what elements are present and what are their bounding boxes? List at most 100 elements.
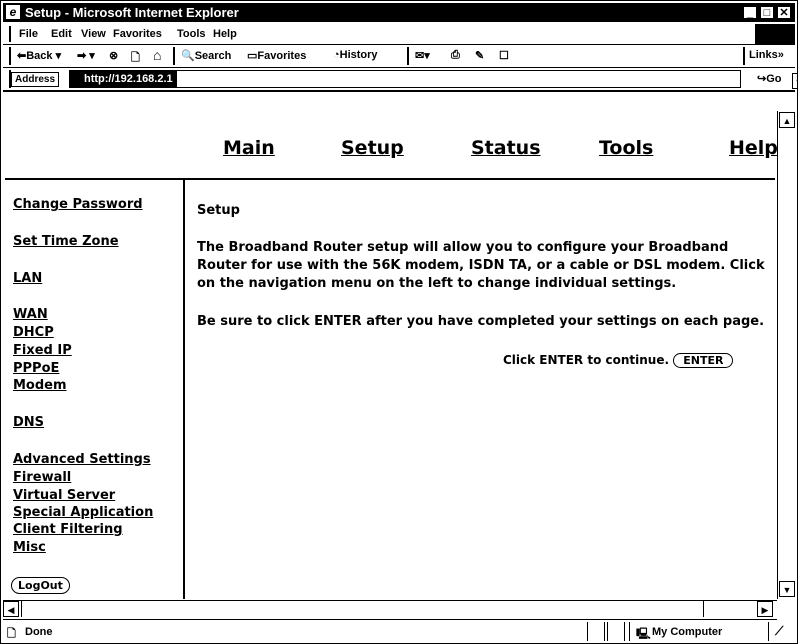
stop-button[interactable]: ⊗ xyxy=(109,49,118,62)
minimize-button[interactable]: _ xyxy=(743,6,757,19)
sidebar-set-time-zone-link[interactable]: Set Time Zone xyxy=(13,234,119,249)
header-divider xyxy=(5,178,775,180)
scroll-left-arrow-icon[interactable]: ◀ xyxy=(3,601,19,617)
refresh-button[interactable]: 🗋 xyxy=(131,49,140,68)
go-icon: ↪ xyxy=(757,73,767,85)
forward-button[interactable]: ➡ ▾ xyxy=(77,49,95,62)
menu-favorites[interactable]: Favorites xyxy=(113,28,162,40)
sidebar-dns-link[interactable]: DNS xyxy=(13,415,44,430)
sidebar-special-application-link[interactable]: Special Application xyxy=(13,505,153,520)
zone-panel: 🖳 My Computer xyxy=(629,622,769,641)
history-button[interactable]: ◔History xyxy=(333,49,378,61)
discuss-icon: ☐ xyxy=(499,50,509,62)
scroll-thumb[interactable] xyxy=(21,601,26,617)
sidebar-firewall-link[interactable]: Firewall xyxy=(13,470,71,485)
home-icon: ⌂ xyxy=(153,47,162,63)
address-url: http://192.168.2.1 xyxy=(70,71,177,87)
ie-logo-icon: e xyxy=(6,5,20,19)
menu-help[interactable]: Help xyxy=(213,28,237,40)
toolbar-grip xyxy=(9,47,11,65)
print-icon: ⎙ xyxy=(451,49,460,61)
sidebar-client-filtering-link[interactable]: Client Filtering xyxy=(13,522,123,537)
sidebar-dhcp-link[interactable]: DHCP xyxy=(13,325,54,340)
sidebar-misc-link[interactable]: Misc xyxy=(13,540,46,555)
search-button[interactable]: 🔍Search xyxy=(181,49,231,62)
status-text: Done xyxy=(25,626,53,638)
links-label: Links xyxy=(749,49,778,61)
menu-bar: File Edit View Favorites Tools Help xyxy=(3,24,795,45)
menu-file[interactable]: File xyxy=(19,28,38,40)
scroll-down-arrow-icon[interactable]: ▼ xyxy=(779,581,795,597)
go-label: Go xyxy=(766,73,782,85)
zone-text: My Computer xyxy=(652,626,723,638)
address-bar: Address http://192.168.2.1 ▼ ↪Go xyxy=(3,68,798,92)
status-panel xyxy=(587,622,605,641)
enter-instruction: Be sure to click ENTER after you have co… xyxy=(197,314,765,329)
stop-icon: ⊗ xyxy=(109,50,119,62)
menu-view[interactable]: View xyxy=(81,28,106,40)
scroll-track-right[interactable] xyxy=(703,601,756,617)
address-dropdown-button[interactable]: ▼ xyxy=(792,73,798,89)
forward-arrow-icon: ➡ xyxy=(77,50,87,62)
sidebar-fixed-ip-link[interactable]: Fixed IP xyxy=(13,343,72,358)
favorites-button[interactable]: ▭Favorites xyxy=(247,49,306,62)
favorites-label: Favorites xyxy=(257,50,307,62)
status-bar: 🗋 Done 🖳 My Computer ⟋ xyxy=(3,622,795,641)
history-icon: ◔ xyxy=(333,49,340,61)
edit-button[interactable]: ✎ xyxy=(475,49,484,62)
address-label: Address xyxy=(11,72,60,87)
enter-button[interactable]: ENTER xyxy=(673,353,734,368)
favorites-folder-icon: ▭ xyxy=(247,50,258,62)
back-label: Back xyxy=(26,50,53,62)
vertical-scrollbar[interactable]: ▲ ▼ xyxy=(777,111,796,599)
horizontal-scrollbar[interactable]: ◀ ▶ xyxy=(3,600,777,620)
sidebar-divider xyxy=(183,178,185,599)
home-button[interactable]: ⌂ xyxy=(153,47,161,63)
menu-grip xyxy=(9,26,11,42)
computer-icon: 🖳 xyxy=(636,628,651,640)
page-heading: Setup xyxy=(197,203,240,218)
mail-icon: ✉ xyxy=(415,50,425,62)
nav-status-link[interactable]: Status xyxy=(471,137,541,159)
discuss-button[interactable]: ☐ xyxy=(499,49,509,62)
links-button[interactable]: Links» xyxy=(749,49,784,61)
go-button[interactable]: ↪Go xyxy=(757,72,782,85)
close-button[interactable]: ✕ xyxy=(777,6,791,19)
throbber xyxy=(755,24,795,44)
browser-window: e Setup - Microsoft Internet Explorer _ … xyxy=(0,0,798,644)
nav-tools-link[interactable]: Tools xyxy=(599,137,653,159)
sidebar-lan-link[interactable]: LAN xyxy=(13,271,42,286)
menu-tools[interactable]: Tools xyxy=(177,28,206,40)
search-label: Search xyxy=(194,50,232,62)
sidebar-wan-link[interactable]: WAN xyxy=(13,307,48,322)
resize-grip-icon[interactable]: ⟋ xyxy=(775,624,783,639)
sidebar-advanced-settings-link[interactable]: Advanced Settings xyxy=(13,452,151,467)
print-button[interactable]: ⎙ xyxy=(451,49,460,62)
back-button[interactable]: ⬅Back ▾ xyxy=(17,49,61,62)
address-input[interactable]: http://192.168.2.1 ▼ xyxy=(69,70,798,89)
scroll-up-arrow-icon[interactable]: ▲ xyxy=(779,112,795,128)
sidebar-pppoe-link[interactable]: PPPoE xyxy=(13,361,59,376)
nav-main-link[interactable]: Main xyxy=(223,137,275,159)
edit-icon: ✎ xyxy=(475,50,485,62)
window-title: Setup - Microsoft Internet Explorer xyxy=(25,5,239,20)
sidebar-modem-link[interactable]: Modem xyxy=(13,378,67,393)
scroll-right-arrow-icon[interactable]: ▶ xyxy=(757,601,773,617)
status-panel xyxy=(607,622,625,641)
search-icon: 🔍 xyxy=(181,50,195,62)
sidebar-virtual-server-link[interactable]: Virtual Server xyxy=(13,488,115,503)
sidebar-change-password-link[interactable]: Change Password xyxy=(13,197,143,212)
toolbar-separator xyxy=(407,47,409,65)
menu-edit[interactable]: Edit xyxy=(51,28,72,40)
title-bar: e Setup - Microsoft Internet Explorer _ … xyxy=(3,3,795,22)
continue-text: Click ENTER to continue. xyxy=(503,353,670,367)
toolbar-separator xyxy=(173,47,175,65)
links-grip xyxy=(743,47,745,65)
nav-help-link[interactable]: Help xyxy=(729,137,778,159)
setup-description: The Broadband Router setup will allow yo… xyxy=(197,240,765,291)
maximize-button[interactable]: □ xyxy=(760,6,774,19)
mail-button[interactable]: ✉▾ xyxy=(415,49,430,62)
continue-row: Click ENTER to continue. ENTER xyxy=(503,353,734,368)
logout-button[interactable]: LogOut xyxy=(11,577,70,594)
nav-setup-link[interactable]: Setup xyxy=(341,137,404,159)
